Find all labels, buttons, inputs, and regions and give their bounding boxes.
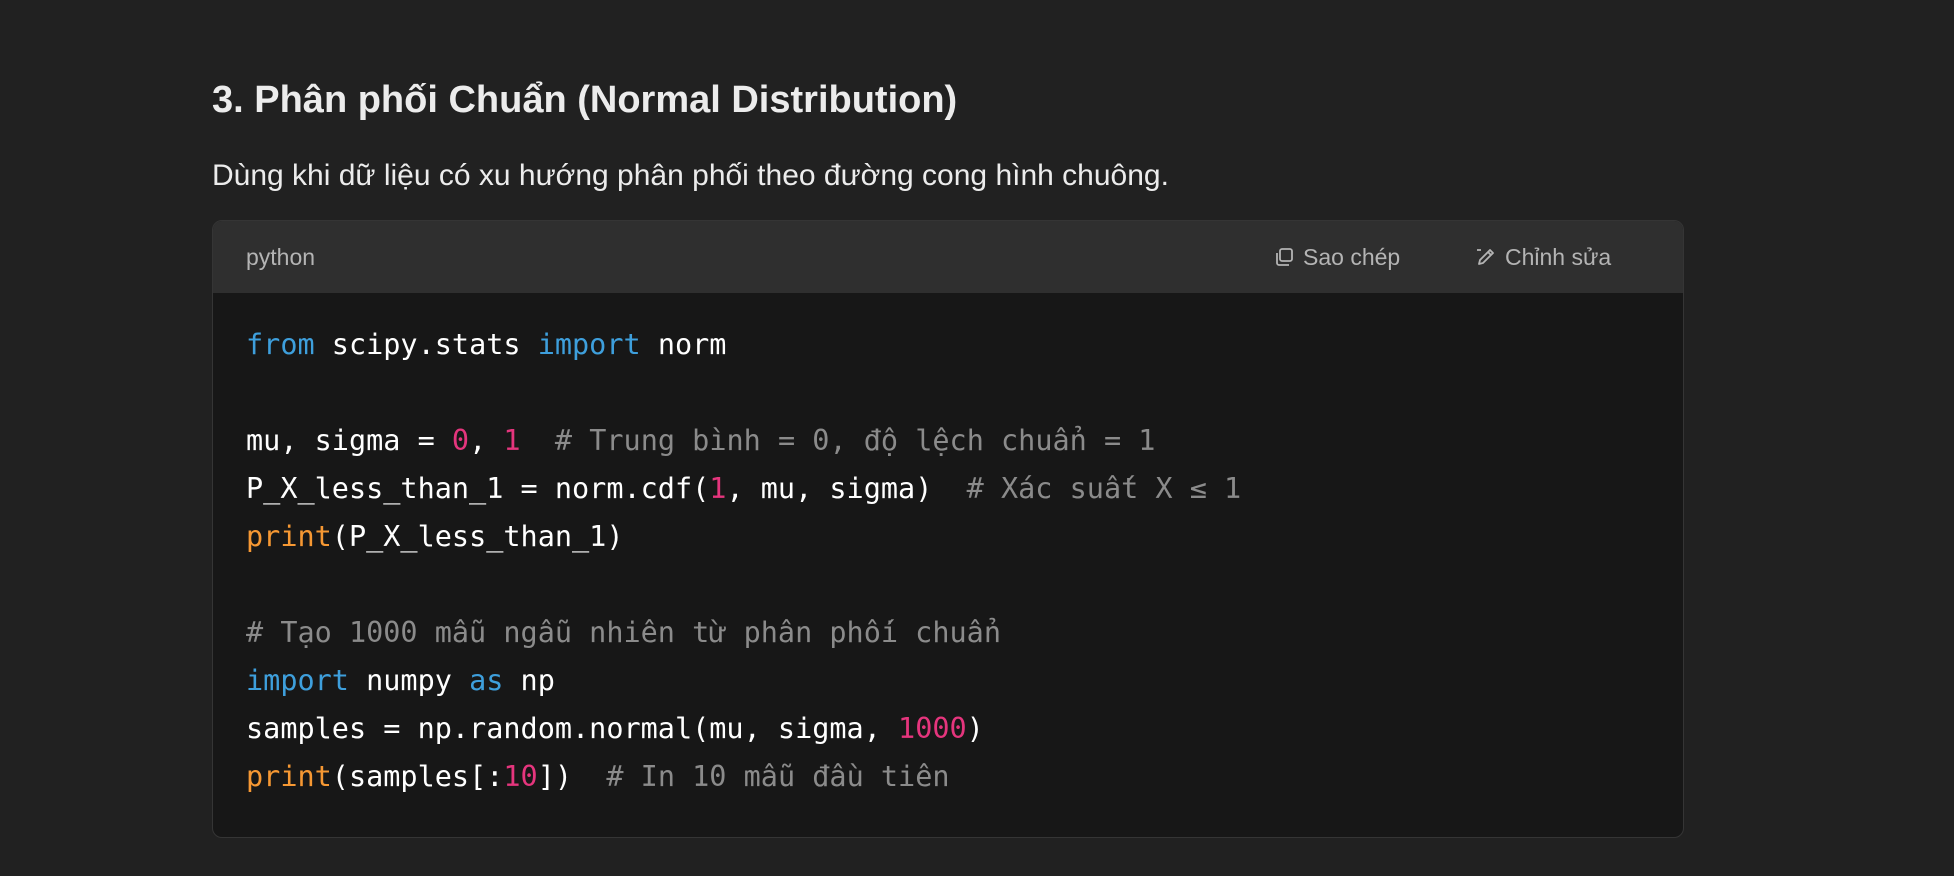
code-line: import numpy as np [246, 657, 1241, 705]
code-token: scipy.stats [314, 328, 538, 361]
code-token: norm [640, 328, 727, 361]
code-comment: # In 10 mẫu đầu tiên [606, 760, 950, 793]
edit-code-label: Chỉnh sửa [1505, 243, 1612, 270]
code-token: (samples[: [331, 760, 504, 793]
edit-code-button[interactable]: Chỉnh sửa [1475, 239, 1611, 275]
code-comment: # Trung bình = 0, độ lệch chuẩn = 1 [554, 424, 1156, 457]
code-token: 1 [709, 472, 727, 505]
code-line: samples = np.random.normal(mu, sigma, 10… [246, 705, 1241, 753]
code-token: 1 [503, 424, 521, 457]
code-token: ) [966, 712, 984, 745]
pencil-icon [1475, 246, 1497, 268]
code-comment: # Tạo 1000 mẫu ngẫu nhiên từ phân phối c… [246, 616, 1001, 649]
code-line: mu, sigma = 0, 1 # Trung bình = 0, độ lệ… [246, 417, 1241, 465]
code-block: python Sao chép Chỉnh sửa from scipy.sta… [212, 220, 1684, 838]
code-token: , [469, 424, 504, 457]
code-token: (P_X_less_than_1) [331, 520, 624, 553]
code-comment: # Xác suất X ≤ 1 [966, 472, 1242, 505]
code-block-header: python Sao chép Chỉnh sửa [213, 221, 1683, 293]
code-body: from scipy.stats import norm mu, sigma =… [246, 293, 1241, 801]
code-token: samples = np.random.normal(mu, sigma, [246, 712, 899, 745]
code-language-label: python [246, 244, 316, 270]
copy-code-button[interactable]: Sao chép [1273, 239, 1400, 275]
code-line: print(samples[:10]) # In 10 mẫu đầu tiên [246, 753, 1241, 801]
code-token: np [503, 664, 555, 697]
section-heading: 3. Phân phối Chuẩn (Normal Distribution) [212, 79, 958, 121]
code-token: import [537, 328, 641, 361]
copy-icon [1273, 246, 1295, 268]
code-token: print [246, 520, 332, 553]
code-token: mu, sigma = [246, 424, 452, 457]
code-token: 10 [503, 760, 538, 793]
section-paragraph: Dùng khi dữ liệu có xu hướng phân phối t… [212, 159, 1169, 192]
code-token: print [246, 760, 332, 793]
code-token: ]) [537, 760, 607, 793]
code-line: # Tạo 1000 mẫu ngẫu nhiên từ phân phối c… [246, 609, 1241, 657]
code-token: numpy [348, 664, 470, 697]
code-line: from scipy.stats import norm [246, 321, 1241, 369]
code-token: 1000 [898, 712, 967, 745]
code-token: P_X_less_than_1 = norm.cdf( [246, 472, 710, 505]
code-token: , mu, sigma) [726, 472, 967, 505]
code-line: P_X_less_than_1 = norm.cdf(1, mu, sigma)… [246, 465, 1241, 513]
code-token: from [246, 328, 315, 361]
code-token: import [246, 664, 349, 697]
copy-code-label: Sao chép [1303, 243, 1401, 270]
code-token: as [469, 664, 504, 697]
code-line: print(P_X_less_than_1) [246, 513, 1241, 561]
code-token: 0 [451, 424, 470, 457]
